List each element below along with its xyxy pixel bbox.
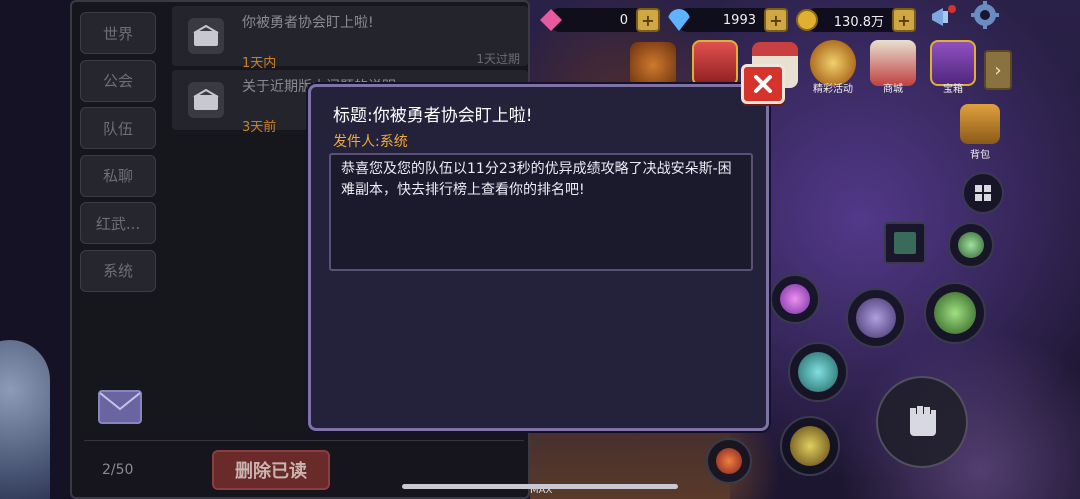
gift-icon[interactable] — [692, 40, 738, 86]
close-button[interactable] — [741, 64, 785, 104]
add-diamond-button[interactable]: + — [764, 8, 788, 32]
bag-icon[interactable] — [960, 104, 1000, 144]
events-label: 精彩活动 — [813, 84, 853, 95]
add-gold-button[interactable]: + — [892, 8, 916, 32]
currency-gold: 130.8万 + — [796, 8, 916, 32]
crystal-icon — [780, 284, 810, 314]
mail-icon — [188, 82, 224, 118]
tab-world[interactable]: 世界 — [80, 12, 156, 54]
gold-coin-icon — [796, 9, 818, 31]
grid-icon — [975, 185, 991, 201]
dialog-sender: 发件人:系统 — [333, 134, 408, 150]
mail-icon — [188, 18, 224, 54]
skill-button-armor[interactable] — [788, 342, 848, 402]
expand-menu-button[interactable]: › — [984, 50, 1012, 90]
tab-team[interactable]: 队伍 — [80, 107, 156, 149]
skill-button-crystal[interactable] — [770, 274, 820, 324]
potion-icon — [716, 448, 742, 474]
attack-button[interactable] — [876, 376, 968, 468]
currency-gem: 0 + — [540, 8, 660, 32]
wand-icon — [894, 232, 916, 254]
settings-button[interactable] — [970, 0, 1000, 30]
potion-button[interactable] — [706, 438, 752, 484]
envelope-icon — [98, 390, 142, 424]
item-slot-orb[interactable] — [948, 222, 994, 268]
tab-private[interactable]: 私聊 — [80, 154, 156, 197]
chest-label: 宝箱 — [943, 84, 963, 95]
orb-icon — [958, 232, 984, 258]
megaphone-icon — [932, 5, 956, 26]
event-icon-1[interactable] — [630, 42, 676, 88]
gear-icon — [971, 1, 999, 29]
grid-menu-button[interactable] — [962, 172, 1004, 214]
panel-divider — [84, 440, 524, 441]
add-gem-button[interactable]: + — [636, 8, 660, 32]
currency-diamond: 1993 + — [668, 8, 788, 32]
bag-label: 背包 — [970, 150, 990, 161]
tab-red-weapon[interactable]: 红武... — [80, 202, 156, 244]
tab-guild[interactable]: 公会 — [80, 59, 156, 102]
skill-button-egg[interactable] — [924, 282, 986, 344]
hand-icon — [910, 406, 936, 436]
vortex-icon — [856, 298, 896, 338]
skill-button-burst[interactable] — [780, 416, 840, 476]
egg-icon — [934, 292, 976, 334]
mail-age: 1天内 — [242, 56, 277, 71]
armor-icon — [798, 352, 838, 392]
dialog-title: 标题:你被勇者协会盯上啦! — [333, 106, 533, 126]
shop-label: 商城 — [883, 84, 903, 95]
mail-detail-dialog: 标题:你被勇者协会盯上啦! 发件人:系统 恭喜您及您的队伍以11分23秒的优异成… — [308, 84, 769, 431]
item-slot-wand[interactable] — [884, 222, 926, 264]
category-tabs: 世界 公会 队伍 私聊 红武... 系统 — [80, 12, 160, 297]
close-icon — [754, 75, 772, 93]
list-item[interactable]: 你被勇者协会盯上啦! 1天内 1天过期 — [172, 6, 528, 71]
background-tree — [0, 340, 50, 499]
burst-icon — [790, 426, 830, 466]
tab-system[interactable]: 系统 — [80, 249, 156, 292]
chevron-right-icon: › — [994, 59, 1002, 81]
delete-read-button[interactable]: 删除已读 — [212, 450, 330, 490]
announcement-button[interactable] — [928, 2, 958, 32]
dialog-body: 恭喜您及您的队伍以11分23秒的优异成绩攻略了决战安朵斯-困难副本，快去排行榜上… — [329, 153, 753, 271]
home-indicator[interactable] — [402, 484, 678, 489]
mail-title: 你被勇者协会盯上啦! — [242, 15, 374, 31]
mail-expire: 1天过期 — [476, 52, 520, 66]
skill-button-vortex[interactable] — [846, 288, 906, 348]
page-count: 2/50 — [102, 462, 134, 478]
mail-age: 3天前 — [242, 120, 277, 135]
